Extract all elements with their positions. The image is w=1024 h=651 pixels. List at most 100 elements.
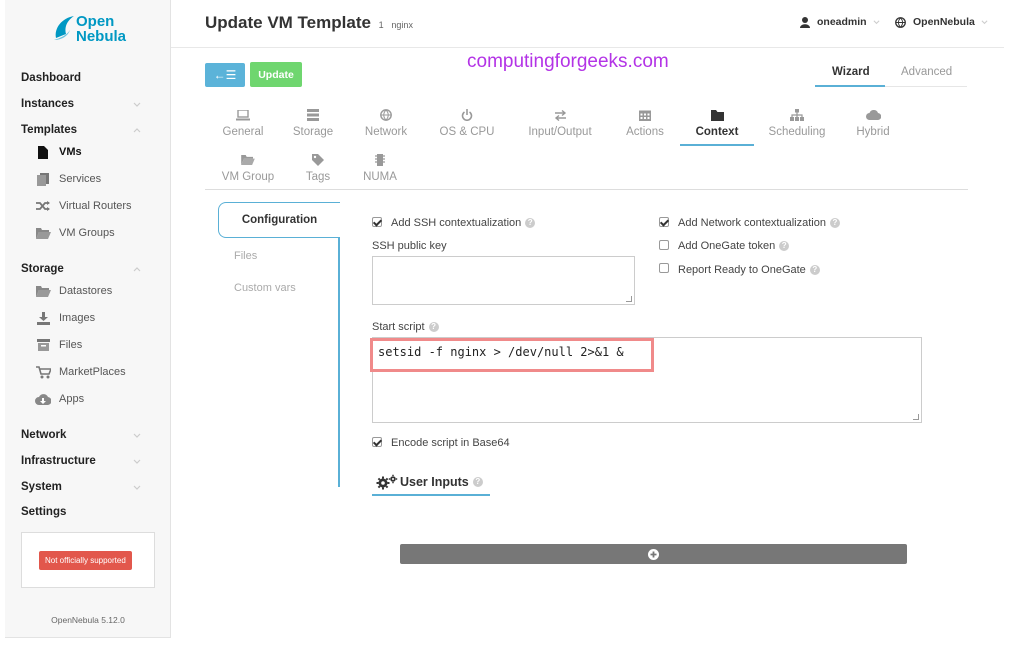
not-supported-badge[interactable]: Not officially supported (39, 551, 132, 570)
vtab-custom-vars[interactable]: Custom vars (234, 282, 296, 294)
sidebar-item-label: Datastores (59, 285, 113, 297)
chevron-down-icon[interactable] (133, 101, 141, 109)
tab-numa[interactable]: NUMA (342, 153, 418, 183)
tab-vm-group[interactable]: VM Group (210, 153, 286, 183)
network-context-text: Add Network contextualization (678, 217, 826, 229)
zone-menu[interactable]: OpenNebula (895, 16, 988, 28)
onegate-token-label: Add OneGate token ? (678, 240, 790, 252)
start-script-label: Start script ? (372, 321, 439, 333)
network-context-checkbox[interactable] (659, 217, 669, 227)
sidebar-item-files[interactable]: Files (35, 338, 82, 352)
power-icon (429, 108, 505, 122)
user-menu[interactable]: oneadmin (800, 16, 880, 28)
sidebar-item-marketplaces[interactable]: MarketPlaces (35, 365, 126, 379)
shopping-cart-icon (35, 365, 51, 379)
sidebar-item-label: MarketPlaces (59, 366, 126, 378)
tab-os-cpu[interactable]: OS & CPU (429, 108, 505, 138)
user-inputs-title: User Inputs (400, 475, 469, 489)
folder-open-icon (35, 226, 51, 240)
tab-label: Storage (292, 126, 334, 138)
report-ready-text: Report Ready to OneGate (678, 264, 806, 276)
sidebar-item-system[interactable]: System (21, 481, 62, 493)
support-panel: Not officially supported (21, 532, 155, 588)
tab-label: NUMA (363, 171, 397, 183)
onegate-token-checkbox[interactable] (659, 240, 669, 250)
help-icon[interactable]: ? (829, 218, 840, 228)
active-tab-indicator (815, 85, 885, 87)
back-button[interactable]: ←☰ (205, 63, 245, 87)
help-icon[interactable]: ? (779, 241, 790, 251)
network-context-label: Add Network contextualization ? (678, 217, 840, 229)
ssh-context-text: Add SSH contextualization (391, 217, 522, 229)
wizard-tabs: General Storage Network OS & CPU Input/O… (205, 102, 968, 190)
ssh-public-key-textarea[interactable] (372, 256, 635, 305)
help-icon[interactable]: ? (472, 477, 483, 487)
tab-network[interactable]: Network (348, 108, 424, 138)
tab-input-output[interactable]: Input/Output (522, 108, 598, 138)
vtab-files[interactable]: Files (234, 250, 257, 262)
update-button[interactable]: Update (250, 62, 302, 87)
report-ready-checkbox[interactable] (659, 263, 669, 273)
cloud-icon (835, 108, 911, 122)
add-user-input-button[interactable] (400, 544, 907, 564)
tab-label: General (222, 126, 264, 138)
chevron-down-icon[interactable] (133, 432, 141, 440)
sidebar-item-label: Apps (59, 393, 85, 405)
tab-general[interactable]: General (205, 108, 281, 138)
ssh-context-checkbox[interactable] (372, 217, 382, 227)
nebula-logo-icon (54, 16, 74, 40)
vtab-configuration[interactable]: Configuration (218, 202, 340, 238)
chevron-down-icon[interactable] (133, 458, 141, 466)
sidebar-item-storage[interactable]: Storage (21, 263, 64, 275)
tab-context[interactable]: Context (679, 108, 755, 138)
context-vertical-tabs: Configuration Files Custom vars (218, 202, 340, 487)
chevron-up-icon[interactable] (133, 266, 141, 274)
tab-label: Actions (626, 126, 664, 138)
plus-circle-icon (648, 548, 659, 560)
sidebar-item-vms[interactable]: VMs (35, 145, 82, 159)
exchange-icon (522, 108, 598, 122)
help-icon[interactable]: ? (809, 265, 820, 275)
help-icon[interactable]: ? (525, 218, 536, 228)
sidebar-item-templates[interactable]: Templates (21, 124, 77, 136)
watermark-text: computingforgeeks.com (467, 51, 669, 72)
tab-scheduling[interactable]: Scheduling (759, 108, 835, 138)
tab-actions[interactable]: Actions (607, 108, 683, 138)
tab-label: VM Group (221, 171, 275, 183)
sidebar-item-instances[interactable]: Instances (21, 98, 74, 110)
header: Update VM Template 1 nginx oneadmin Open… (171, 0, 1004, 48)
shuffle-icon (35, 199, 51, 213)
server-icon (275, 108, 351, 122)
sidebar-item-label: Images (59, 312, 96, 324)
sidebar-item-settings[interactable]: Settings (21, 506, 66, 518)
sidebar-item-services[interactable]: Services (35, 172, 101, 186)
user-inputs-header: User Inputs ? (372, 470, 490, 496)
resize-handle[interactable] (626, 296, 632, 302)
tab-label: Context (695, 126, 739, 138)
annotation-highlight-box (370, 338, 654, 372)
sidebar-item-apps[interactable]: Apps (35, 392, 84, 406)
active-tab-indicator (680, 144, 754, 146)
sidebar-item-infrastructure[interactable]: Infrastructure (21, 455, 96, 467)
encode-base64-checkbox[interactable] (372, 437, 382, 447)
sidebar-item-vm-groups[interactable]: VM Groups (35, 226, 115, 240)
sidebar-item-network[interactable]: Network (21, 429, 66, 441)
sidebar-item-images[interactable]: Images (35, 311, 95, 325)
sidebar-item-dashboard[interactable]: Dashboard (21, 72, 81, 84)
chevron-down-icon[interactable] (133, 484, 141, 492)
resize-handle[interactable] (913, 414, 919, 420)
tab-advanced[interactable]: Advanced (901, 66, 952, 78)
chevron-up-icon[interactable] (133, 127, 141, 135)
tab-wizard[interactable]: Wizard (832, 66, 870, 78)
chevron-down-icon (873, 19, 880, 24)
sidebar-item-virtual-routers[interactable]: Virtual Routers (35, 199, 132, 213)
calendar-icon (607, 108, 683, 122)
user-icon (800, 16, 810, 28)
tab-storage[interactable]: Storage (275, 108, 351, 138)
laptop-icon (205, 108, 281, 122)
tab-label: Hybrid (856, 126, 890, 138)
opennebula-logo[interactable]: Open Nebula (52, 12, 142, 46)
tab-hybrid[interactable]: Hybrid (835, 108, 911, 138)
sidebar-item-datastores[interactable]: Datastores (35, 284, 112, 298)
help-icon[interactable]: ? (428, 322, 439, 332)
